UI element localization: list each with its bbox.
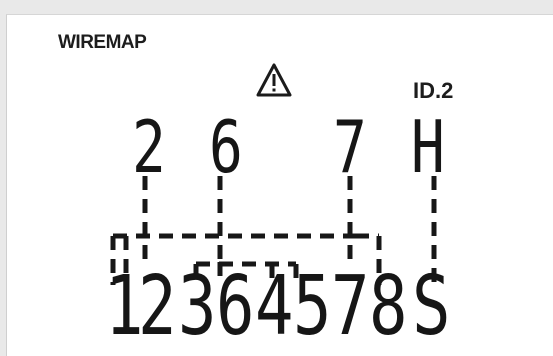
bottom-shield: S [412, 259, 451, 354]
bottom-pin-2: 2 [138, 259, 177, 354]
bottom-pin-5: 4 [255, 259, 294, 354]
bottom-pin-7: 7 [331, 259, 370, 354]
lcd-display: WIREMAP ID.2 2 6 7 H 1 2 3 6 4 5 7 8 S [0, 0, 553, 356]
bottom-pin-4: 6 [216, 259, 255, 354]
bottom-pin-3: 3 [178, 259, 217, 354]
bottom-pin-6: 5 [293, 259, 332, 354]
bottom-pin-8: 8 [369, 259, 408, 354]
